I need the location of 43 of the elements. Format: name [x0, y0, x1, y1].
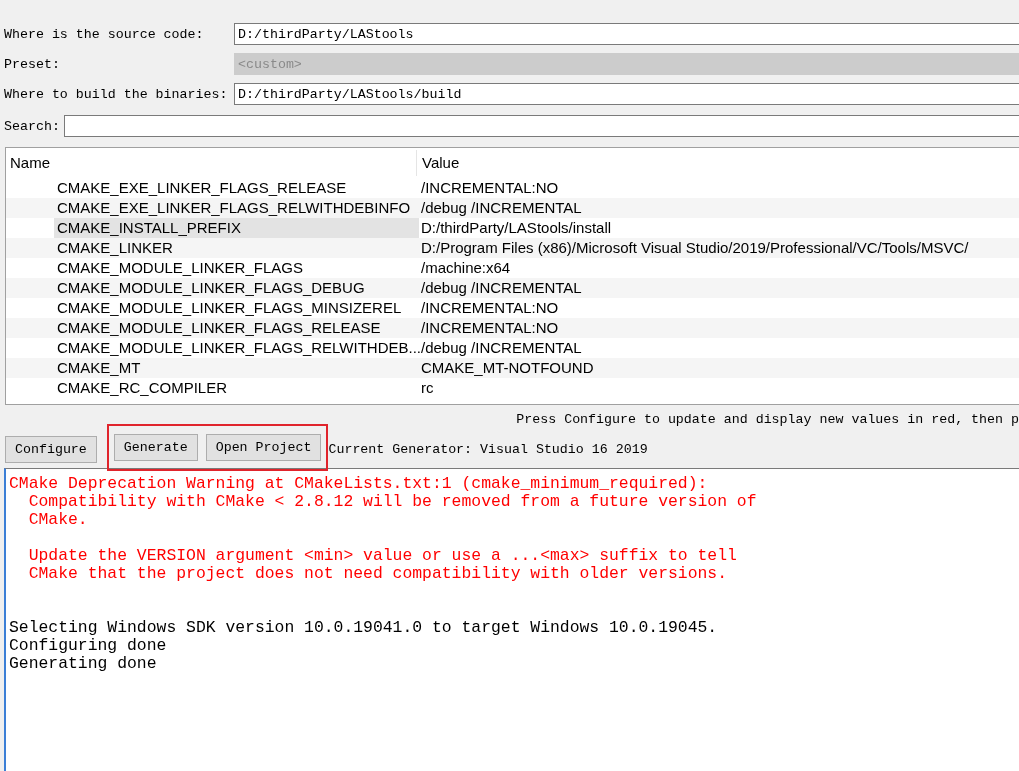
log-line: Compatibility with CMake < 2.8.12 will be removed from a future version of	[27, 493, 758, 511]
log-line: CMake that the project does not need compatibility with older versions.	[27, 565, 729, 583]
table-cell[interactable]: CMAKE_LINKER	[54, 238, 419, 258]
table-cell-text: /debug /INCREMENTAL	[421, 338, 582, 358]
log-line: CMake.	[27, 511, 89, 529]
table-cell[interactable]: CMAKE_EXE_LINKER_FLAGS_RELWITHDEBINFO	[54, 198, 419, 218]
table-cell[interactable]: CMAKE_MODULE_LINKER_FLAGS_RELEASE	[54, 318, 419, 338]
table-cell-text: rc	[420, 378, 434, 398]
path-field[interactable]: D:/thirdParty/LAStools	[234, 23, 1019, 45]
log-line: Generating done	[9, 655, 158, 673]
table-cell[interactable]: CMAKE_MODULE_LINKER_FLAGS	[54, 258, 419, 278]
field-label: Where to build the binaries:	[4, 86, 229, 102]
table-cell[interactable]: CMAKE_EXE_LINKER_FLAGS_RELEASE	[54, 178, 419, 198]
field-label: Where is the source code:	[4, 26, 205, 42]
table-cell-text: /INCREMENTAL:NO	[420, 178, 559, 198]
table-cell-text: CMAKE_MT-NOTFOUND	[420, 358, 594, 378]
action-button[interactable]: Generate	[113, 433, 198, 461]
table-cell[interactable]: CMAKE_MODULE_LINKER_FLAGS_MINSIZEREL	[54, 298, 419, 318]
column-header[interactable]: Value	[416, 150, 460, 176]
generator-text: Current Generator: Visual Studio 16 2019	[328, 441, 648, 457]
action-button[interactable]: Configure	[5, 435, 97, 463]
log-line: Update the VERSION argument <min> value or use a ...<max> suffix to tell	[27, 547, 738, 565]
search-field[interactable]	[63, 115, 1019, 137]
table-cell[interactable]: CMAKE_RC_COMPILER	[54, 378, 419, 398]
hint-text: Press Configure to update and display new values in red, then p	[515, 411, 1019, 429]
log-line: Configuring done	[9, 637, 168, 655]
action-button[interactable]: Open Project	[205, 433, 322, 461]
table-cell[interactable]: CMAKE_MT	[54, 358, 419, 378]
path-field[interactable]: D:/thirdParty/LAStools/build	[234, 83, 1019, 105]
table-cell-text: /debug /INCREMENTAL	[420, 198, 582, 218]
table-cell-text: /INCREMENTAL:NO	[420, 298, 559, 318]
table-cell-text: D:/thirdParty/LAStools/install	[420, 218, 612, 238]
table-cell-text: /debug /INCREMENTAL	[420, 278, 582, 298]
table-cell[interactable]: CMAKE_INSTALL_PREFIX	[54, 218, 419, 238]
field-label: Preset:	[4, 56, 61, 72]
table-cell-text: D:/Program Files (x86)/Microsoft Visual Studio/2019/Professional/VC/Tools/MSVC/	[420, 238, 969, 258]
table-cell-text: /INCREMENTAL:NO	[420, 318, 559, 338]
search-label: Search:	[4, 118, 60, 134]
log-line: Selecting Windows SDK version 10.0.19041.0 to target Windows 10.0.19045.	[9, 619, 719, 637]
table-cell-text: /machine:x64	[420, 258, 511, 278]
log-line: CMake Deprecation Warning at CMakeLists.txt:1 (cmake_minimum_required):	[9, 475, 709, 493]
column-header[interactable]: Name	[6, 150, 416, 176]
table-cell[interactable]: CMAKE_MODULE_LINKER_FLAGS_DEBUG	[54, 278, 419, 298]
